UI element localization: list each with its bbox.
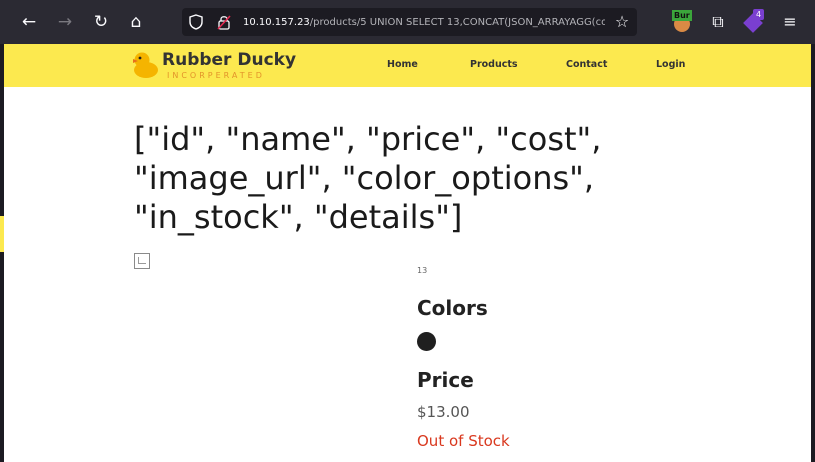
bookmark-star-icon[interactable]: ☆ xyxy=(612,12,632,32)
nav-login-link[interactable]: Login xyxy=(656,59,685,70)
browser-toolbar: ← → ↻ ⌂ 10.10.157.23/products/5 UNION SE… xyxy=(0,0,815,44)
shield-icon[interactable] xyxy=(189,14,203,30)
insecure-lock-icon[interactable] xyxy=(217,14,231,30)
home-icon[interactable]: ⌂ xyxy=(124,10,148,34)
price-heading: Price xyxy=(417,368,474,392)
hamburger-menu-icon[interactable]: ≡ xyxy=(778,10,802,34)
product-title: ["id", "name", "price", "cost", "image_u… xyxy=(134,120,602,236)
extensions-puzzle-icon[interactable]: ⧉ xyxy=(706,10,730,34)
url-path: /products/5 UNION SELECT 13,CONCAT(JSON_… xyxy=(309,17,605,28)
nav-products-link[interactable]: Products xyxy=(470,59,518,70)
site-header: Rubber Ducky INCORPERATED Home Products … xyxy=(4,44,811,87)
reload-icon[interactable]: ↻ xyxy=(89,10,113,34)
burp-label: Bur xyxy=(672,10,692,21)
purple-extension-icon[interactable]: 4 xyxy=(742,9,766,34)
web-page: Rubber Ducky INCORPERATED Home Products … xyxy=(4,44,811,462)
nav-contact-link[interactable]: Contact xyxy=(566,59,607,70)
extension-badge-count: 4 xyxy=(753,9,765,20)
site-logo[interactable]: Rubber Ducky INCORPERATED xyxy=(130,47,300,83)
brand-subtitle: INCORPERATED xyxy=(167,71,265,80)
color-swatch[interactable] xyxy=(417,332,436,351)
stock-status: Out of Stock xyxy=(417,432,510,450)
burp-extension-icon[interactable]: Bur xyxy=(670,10,694,34)
url-text[interactable]: 10.10.157.23/products/5 UNION SELECT 13,… xyxy=(243,15,605,31)
colors-heading: Colors xyxy=(417,296,488,320)
rubber-duck-icon xyxy=(133,52,158,78)
back-arrow-icon[interactable]: ← xyxy=(17,10,41,34)
broken-image-icon xyxy=(134,253,150,269)
url-host: 10.10.157.23 xyxy=(243,17,310,28)
product-price: $13.00 xyxy=(417,403,470,421)
forward-arrow-icon[interactable]: → xyxy=(53,10,77,34)
address-bar[interactable]: 10.10.157.23/products/5 UNION SELECT 13,… xyxy=(182,8,637,36)
product-id: 13 xyxy=(417,266,428,275)
brand-name: Rubber Ducky xyxy=(162,50,297,70)
nav-home-link[interactable]: Home xyxy=(387,59,418,70)
